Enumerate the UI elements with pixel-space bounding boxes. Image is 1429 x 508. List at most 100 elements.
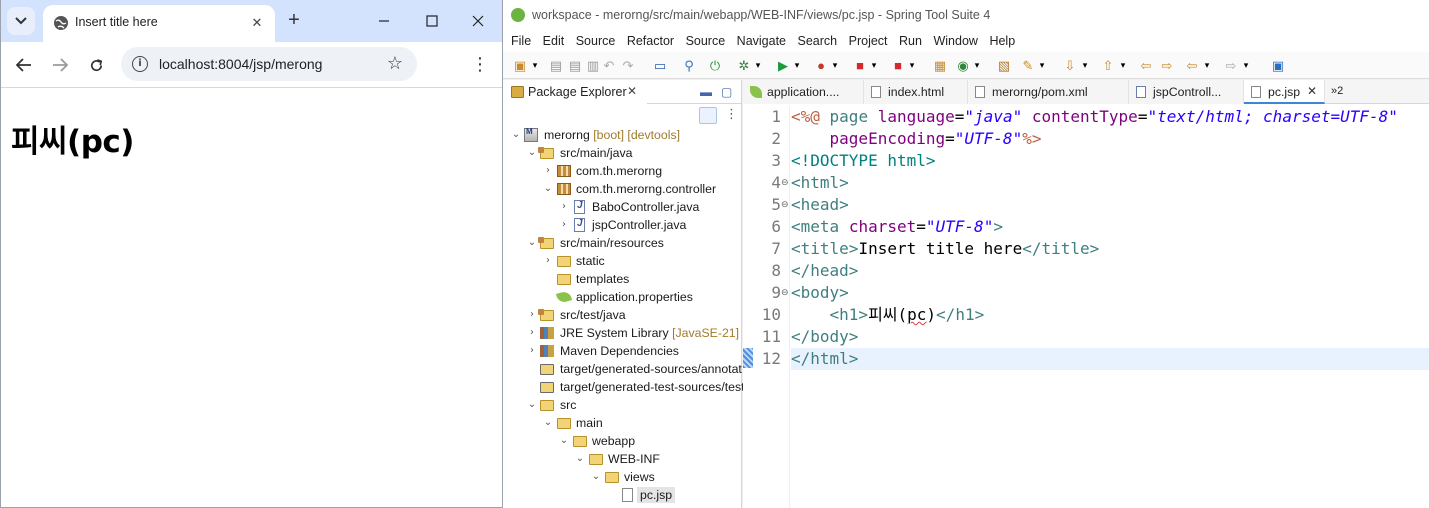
tree-item-src-main-resources[interactable]: ⌄ src/main/resources [503,234,742,252]
new-wizard-icon[interactable]: ▣ [511,57,529,74]
tree-item-views[interactable]: ⌄ views [503,468,742,486]
tree-item-application-properties[interactable]: application.properties [503,288,742,306]
reload-button[interactable] [83,52,109,78]
link-with-editor-icon[interactable] [699,107,717,124]
forward-history-icon[interactable]: ⇨ [1158,57,1176,74]
save-icon[interactable]: ▤ [548,57,564,74]
tree-item-project[interactable]: ⌄ merorng [boot] [devtools] [503,126,742,144]
new-tab-button[interactable]: + [283,10,305,32]
browser-tab-active[interactable]: Insert title here ✕ [43,5,275,42]
coverage-icon[interactable]: ● [812,57,830,74]
tree-item-src-main-java[interactable]: ⌄ src/main/java [503,144,742,162]
close-tab-icon[interactable]: ✕ [1307,84,1317,98]
address-bar[interactable]: i localhost:8004/jsp/merong ☆ [121,47,417,81]
print-icon[interactable]: ▥ [585,57,601,74]
stop-dropdown-icon[interactable]: ▾ [869,57,879,74]
expand-toggle-icon[interactable]: ⌄ [527,236,537,250]
fold-collapse-icon[interactable]: ⊖ [781,194,790,216]
close-window-button[interactable] [458,8,498,34]
close-view-icon[interactable]: ✕ [627,84,637,98]
expand-toggle-icon[interactable]: ⌄ [543,416,553,430]
open-type-icon[interactable]: ▧ [995,57,1013,74]
minimize-button[interactable] [364,8,404,34]
menu-source[interactable]: Source [576,30,616,52]
new-class-dropdown-icon[interactable]: ▾ [972,57,982,74]
editor-tab-application[interactable]: application.... [743,80,864,104]
tree-item-jre-library[interactable]: › JRE System Library [JavaSE-21] [503,324,742,342]
tree-item-pc-jsp[interactable]: pc.jsp [503,486,742,504]
menu-help[interactable]: Help [989,30,1015,52]
expand-toggle-icon[interactable]: › [527,326,537,340]
new-java-project-icon[interactable]: ▦ [931,57,949,74]
expand-toggle-icon[interactable]: ⌄ [575,452,585,466]
expand-toggle-icon[interactable]: ⌄ [511,128,521,142]
tree-item-package-controller[interactable]: ⌄ com.th.merorng.controller [503,180,742,198]
external-tools-icon[interactable]: ■ [889,57,907,74]
menu-window[interactable]: Window [933,30,977,52]
tree-item-web-inf[interactable]: ⌄ WEB-INF [503,450,742,468]
tree-item-main[interactable]: ⌄ main [503,414,742,432]
last-edit-location-icon[interactable]: ⇦ [1138,57,1154,74]
tree-item-generated-test-sources[interactable]: target/generated-test-sources/test [503,378,745,396]
bookmark-star-icon[interactable]: ☆ [387,53,403,74]
open-perspective-icon[interactable]: ▣ [1269,57,1287,74]
tree-item-src-test-java[interactable]: › src/test/java [503,306,742,324]
expand-toggle-icon[interactable]: › [559,218,569,232]
maximize-view-icon[interactable]: ▢ [721,85,732,99]
tree-item-maven-dependencies[interactable]: › Maven Dependencies [503,342,742,360]
tree-item-package[interactable]: › com.th.merorng [503,162,742,180]
expand-toggle-icon[interactable]: › [543,254,553,268]
tree-item-templates[interactable]: templates [503,270,742,288]
link-icon[interactable]: ⚲ [681,57,697,74]
site-info-icon[interactable]: i [132,56,148,72]
code-editor[interactable]: <%@ page language="java" contentType="te… [791,106,1429,508]
menu-search[interactable]: Search [798,30,838,52]
view-menu-icon[interactable]: ⋮ [725,106,738,122]
forward-dropdown-icon[interactable]: ▾ [1241,57,1251,74]
tree-item-generated-sources[interactable]: target/generated-sources/annotat [503,360,742,378]
search-dropdown-icon[interactable]: ▾ [1037,57,1047,74]
redo-icon[interactable]: ↷ [620,57,636,74]
search-icon[interactable]: ✎ [1019,57,1037,74]
menu-file[interactable]: File [511,30,531,52]
menu-project[interactable]: Project [849,30,888,52]
debug-dropdown-icon[interactable]: ▾ [753,57,763,74]
forward-icon[interactable]: ⇨ [1223,57,1239,74]
tab-search-button[interactable] [7,7,35,35]
expand-toggle-icon[interactable]: ⌄ [559,434,569,448]
menu-source-2[interactable]: Source [686,30,726,52]
coverage-dropdown-icon[interactable]: ▾ [830,57,840,74]
expand-toggle-icon[interactable]: › [527,344,537,358]
menu-navigate[interactable]: Navigate [737,30,786,52]
editor-tab-pom-xml[interactable]: merorng/pom.xml [968,80,1129,104]
expand-toggle-icon[interactable]: ⌄ [543,182,553,196]
tree-item-babo-controller[interactable]: › BaboController.java [503,198,742,216]
expand-toggle-icon[interactable]: ⌄ [527,398,537,412]
package-explorer-tab[interactable]: Package Explorer ✕ [503,80,647,104]
url-text[interactable]: localhost:8004/jsp/merong [159,56,322,72]
next-annotation-icon[interactable]: ⇩ [1062,57,1078,74]
editor-tab-pc-jsp[interactable]: pc.jsp ✕ [1244,80,1325,104]
back-dropdown-icon[interactable]: ▾ [1202,57,1212,74]
expand-toggle-icon[interactable]: › [527,308,537,322]
external-tools-dropdown-icon[interactable]: ▾ [907,57,917,74]
back-icon[interactable]: ⇦ [1184,57,1200,74]
close-tab-icon[interactable]: ✕ [247,13,267,33]
menu-edit[interactable]: Edit [543,30,565,52]
console-icon[interactable]: ▭ [652,57,668,74]
editor-tab-jsp-controller[interactable]: jspControll... [1129,80,1244,104]
expand-toggle-icon[interactable]: › [559,200,569,214]
boot-dashboard-icon[interactable]: ⏻ [707,57,723,74]
new-class-icon[interactable]: ◉ [954,57,972,74]
previous-annotation-icon[interactable]: ⇧ [1100,57,1116,74]
maximize-button[interactable] [412,8,452,34]
fold-collapse-icon[interactable]: ⊖ [781,172,790,194]
tab-overflow-button[interactable]: »2 [1331,85,1343,97]
menu-refactor[interactable]: Refactor [627,30,674,52]
expand-toggle-icon[interactable]: ⌄ [527,146,537,160]
undo-icon[interactable]: ↶ [601,57,617,74]
browser-menu-icon[interactable]: ⋮ [471,54,489,76]
forward-button[interactable] [47,52,73,78]
menu-run[interactable]: Run [899,30,922,52]
tree-item-webapp[interactable]: ⌄ webapp [503,432,742,450]
